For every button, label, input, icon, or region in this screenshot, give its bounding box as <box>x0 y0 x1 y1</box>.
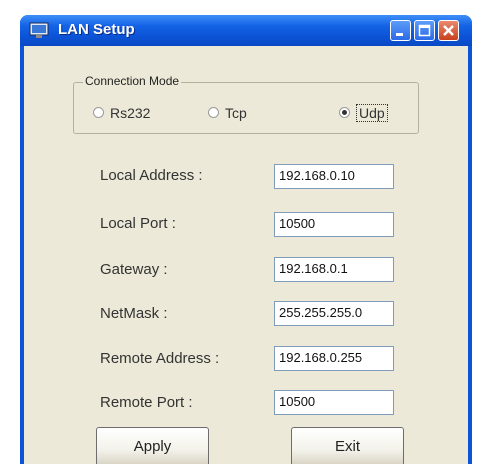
minimize-button[interactable] <box>390 20 411 41</box>
apply-button[interactable]: Apply <box>96 427 209 464</box>
dialog-body: Connection Mode Rs232 Tcp Udp Local Addr… <box>24 46 468 464</box>
close-button[interactable] <box>438 20 459 41</box>
local-port-label: Local Port : <box>100 215 176 232</box>
radio-rs232-indicator[interactable] <box>93 107 104 118</box>
remote-port-field[interactable]: 10500 <box>274 390 394 415</box>
maximize-icon <box>418 24 431 37</box>
close-icon <box>443 25 454 36</box>
radio-rs232-label: Rs232 <box>110 105 151 121</box>
title-bar[interactable]: LAN Setup <box>20 15 472 46</box>
computer-icon <box>29 22 49 39</box>
maximize-button[interactable] <box>414 20 435 41</box>
netmask-label: NetMask : <box>100 305 168 322</box>
local-address-field[interactable]: 192.168.0.10 <box>274 164 394 189</box>
minimize-icon <box>396 33 403 36</box>
gateway-field[interactable]: 192.168.0.1 <box>274 257 394 282</box>
exit-button[interactable]: Exit <box>291 427 404 464</box>
connection-mode-label: Connection Mode <box>83 74 182 88</box>
radio-tcp-indicator[interactable] <box>208 107 219 118</box>
remote-port-label: Remote Port : <box>100 394 193 411</box>
local-port-field[interactable]: 10500 <box>274 212 394 237</box>
remote-address-field[interactable]: 192.168.0.255 <box>274 346 394 371</box>
lan-setup-window: LAN Setup Connection Mode Rs232 Tcp Udp … <box>20 15 472 464</box>
radio-udp-label: Udp <box>356 104 388 122</box>
local-address-label: Local Address : <box>100 167 203 184</box>
radio-udp-indicator[interactable] <box>339 107 350 118</box>
remote-address-label: Remote Address : <box>100 350 220 367</box>
gateway-label: Gateway : <box>100 261 168 278</box>
radio-tcp-label: Tcp <box>225 105 247 121</box>
window-title: LAN Setup <box>58 21 135 38</box>
netmask-field[interactable]: 255.255.255.0 <box>274 301 394 326</box>
